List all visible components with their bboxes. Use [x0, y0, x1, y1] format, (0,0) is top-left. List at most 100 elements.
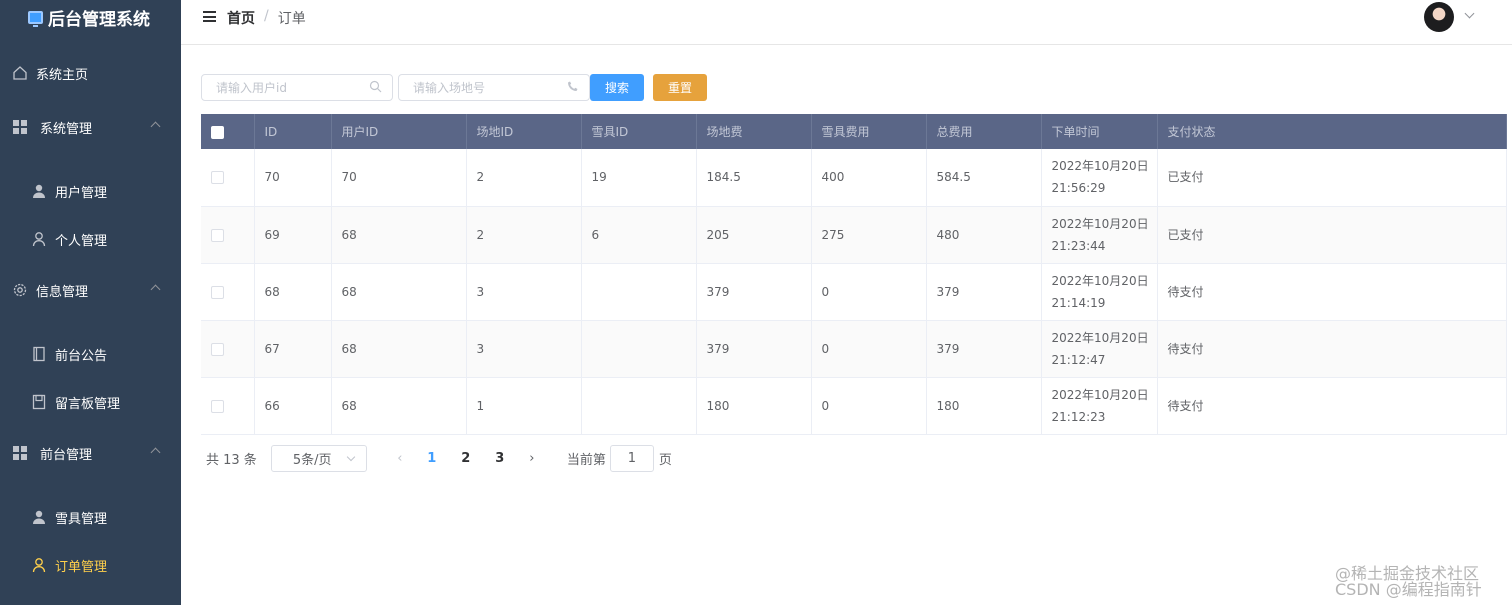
user-outline-icon [31, 557, 47, 573]
user-id-input[interactable] [202, 75, 362, 100]
pagination-total: 共 13 条 [206, 453, 257, 468]
row-checkbox[interactable] [211, 399, 224, 413]
order-date: 2022年10月20日 [1051, 273, 1149, 288]
select-all-checkbox[interactable] [211, 125, 224, 139]
breadcrumb-separator: / [264, 8, 269, 24]
sidebar-item-message-board[interactable]: 留言板管理 [0, 382, 181, 422]
column-header[interactable]: 总费用 [926, 114, 1042, 149]
row-checkbox[interactable] [211, 342, 224, 356]
grid-icon [12, 445, 28, 461]
chevron-up-icon [150, 447, 161, 458]
cell-status: 已支付 [1157, 206, 1507, 264]
cell-gear-fee: 0 [811, 263, 927, 321]
column-header[interactable]: 场地费 [696, 114, 812, 149]
sidebar-item-info[interactable]: 信息管理 [0, 270, 181, 310]
column-header[interactable]: 支付状态 [1157, 114, 1507, 149]
order-date: 2022年10月20日 [1051, 159, 1149, 174]
page-number-3[interactable]: 3 [483, 451, 517, 466]
sidebar-item-personal[interactable]: 个人管理 [0, 219, 181, 259]
table-row[interactable]: 70 70 2 19 184.5 400 584.5 2022年10月20日 21… [201, 149, 1507, 207]
page-jump-input[interactable]: 1 [609, 445, 654, 472]
cell-total: 379 [926, 320, 1042, 378]
user-id-search-field[interactable] [201, 74, 393, 101]
user-outline-icon [31, 231, 47, 247]
sidebar-item-system[interactable]: 系统管理 [0, 107, 181, 147]
cell-gear-fee: 400 [811, 149, 927, 207]
prev-page-icon[interactable]: ‹ [385, 451, 415, 466]
sidebar-item-label: 系统管理 [40, 121, 93, 137]
sidebar-item-label: 信息管理 [36, 284, 89, 300]
table-row[interactable]: 68 68 3 379 0 379 2022年10月20日 21:14:19 待支… [201, 263, 1507, 321]
table-row[interactable]: 69 68 2 6 205 275 480 2022年10月20日 21:23:4… [201, 206, 1507, 264]
breadcrumb-home[interactable]: 首页 [227, 8, 255, 28]
cell-gear-id [581, 320, 697, 378]
row-checkbox[interactable] [211, 228, 224, 242]
order-date: 2022年10月20日 [1051, 330, 1149, 345]
venue-id-search-field[interactable] [398, 74, 590, 101]
avatar[interactable] [1424, 2, 1454, 32]
page-size-select[interactable]: 5条/页 [270, 445, 367, 472]
home-icon [12, 65, 28, 81]
table-row[interactable]: 67 68 3 379 0 379 2022年10月20日 21:12:47 待支… [201, 320, 1507, 378]
row-checkbox[interactable] [211, 171, 224, 185]
monitor-logo-icon [28, 10, 43, 27]
column-header[interactable]: 下单时间 [1041, 114, 1158, 149]
next-page-icon[interactable]: › [517, 451, 547, 466]
sidebar-item-label: 前台公告 [55, 348, 108, 364]
cell-order-time: 2022年10月20日 21:14:19 [1041, 263, 1158, 321]
cell-id: 66 [254, 377, 332, 435]
sidebar-item-frontend[interactable]: 前台管理 [0, 433, 181, 473]
sidebar-item-label: 前台管理 [40, 447, 93, 463]
search-icon [369, 80, 382, 96]
order-clock: 21:56:29 [1051, 181, 1106, 196]
page-number-1[interactable]: 1 [415, 451, 449, 466]
column-header[interactable]: ID [254, 114, 332, 149]
jumper-prefix: 当前第 [566, 453, 606, 468]
reset-button[interactable]: 重置 [653, 74, 707, 101]
cell-id: 67 [254, 320, 332, 378]
cell-id: 69 [254, 206, 332, 264]
board-icon [31, 394, 47, 410]
phone-icon [566, 80, 579, 96]
cell-gear-id [581, 263, 697, 321]
cell-status: 待支付 [1157, 263, 1507, 321]
search-button[interactable]: 搜索 [590, 74, 644, 101]
watermark-line-2: CSDN @编程指南针 [1335, 580, 1482, 599]
menu-toggle-icon[interactable] [203, 11, 216, 22]
cell-gear-fee: 0 [811, 320, 927, 378]
order-clock: 21:12:23 [1051, 409, 1106, 424]
chevron-up-icon [150, 121, 161, 132]
column-header[interactable]: 用户ID [331, 114, 467, 149]
cell-user-id: 68 [331, 320, 467, 378]
row-checkbox[interactable] [211, 285, 224, 299]
cell-gear-fee: 275 [811, 206, 927, 264]
sidebar-item-orders[interactable]: 订单管理 [0, 545, 181, 585]
column-header[interactable]: 雪具费用 [811, 114, 927, 149]
cell-order-time: 2022年10月20日 21:56:29 [1041, 149, 1158, 207]
gear-icon [12, 282, 28, 298]
cell-id: 68 [254, 263, 332, 321]
chevron-down-icon[interactable] [1464, 8, 1475, 19]
breadcrumb-current: 订单 [277, 11, 306, 27]
sidebar-item-users[interactable]: 用户管理 [0, 171, 181, 211]
cell-order-time: 2022年10月20日 21:23:44 [1041, 206, 1158, 264]
top-header: 首页 / 订单 [181, 0, 1512, 45]
cell-status: 已支付 [1157, 149, 1507, 207]
table-row[interactable]: 66 68 1 180 0 180 2022年10月20日 21:12:23 待支… [201, 377, 1507, 435]
column-header[interactable]: 雪具ID [581, 114, 697, 149]
column-header[interactable]: 场地ID [466, 114, 582, 149]
cell-gear-id [581, 377, 697, 435]
sidebar-item-label: 用户管理 [55, 185, 108, 201]
app-title: 后台管理系统 [48, 9, 150, 30]
cell-total: 480 [926, 206, 1042, 264]
sidebar-item-gear[interactable]: 雪具管理 [0, 497, 181, 537]
order-clock: 21:12:47 [1051, 352, 1106, 367]
sidebar-item-home[interactable]: 系统主页 [0, 53, 181, 93]
cell-gear-fee: 0 [811, 377, 927, 435]
cell-venue-id: 3 [466, 320, 582, 378]
page-number-2[interactable]: 2 [449, 451, 483, 466]
sidebar-item-notices[interactable]: 前台公告 [0, 334, 181, 374]
venue-id-input[interactable] [399, 75, 559, 100]
order-date: 2022年10月20日 [1051, 387, 1149, 402]
watermark: @稀土掘金技术社区 CSDN @编程指南针 [1335, 566, 1482, 598]
